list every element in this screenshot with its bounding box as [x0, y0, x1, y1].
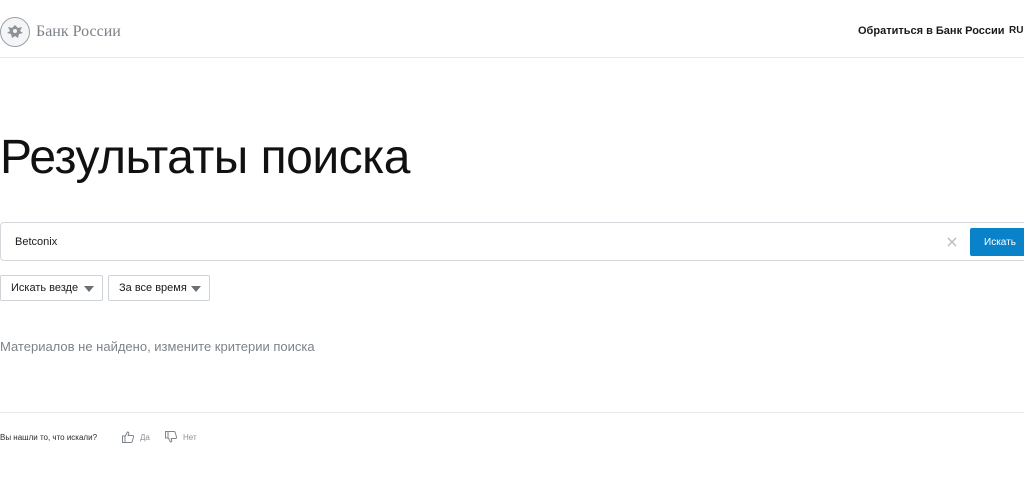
- close-icon[interactable]: [945, 235, 959, 249]
- feedback-yes-label: Да: [140, 432, 150, 442]
- search-box: [0, 222, 1024, 261]
- page-title: Результаты поиска: [0, 131, 410, 184]
- feedback-no-label: Нет: [183, 432, 197, 442]
- language-switcher[interactable]: RU: [1009, 25, 1023, 36]
- contact-bank-link[interactable]: Обратиться в Банк России: [858, 25, 1005, 37]
- filter-time-label: За все время: [119, 282, 187, 294]
- thumbs-down-icon: [165, 431, 178, 443]
- feedback-no-button[interactable]: Нет: [164, 430, 197, 444]
- filter-time-dropdown[interactable]: За все время: [108, 275, 210, 301]
- bank-eagle-emblem-icon: [0, 17, 30, 47]
- divider: [0, 412, 1024, 413]
- empty-results-message: Материалов не найдено, измените критерии…: [0, 339, 315, 354]
- feedback-yes-button[interactable]: Да: [121, 430, 150, 444]
- bank-logo[interactable]: Банк России: [0, 17, 121, 47]
- filter-where-label: Искать везде: [11, 282, 79, 294]
- search-input[interactable]: [15, 232, 915, 252]
- feedback-question: Вы нашли то, что искали?: [0, 433, 98, 442]
- logo-text: Банк России: [36, 23, 121, 40]
- thumbs-up-icon: [122, 431, 135, 443]
- search-results-page: Банк России Обратиться в Банк России RU …: [0, 0, 1024, 488]
- filter-where-dropdown[interactable]: Искать везде: [0, 275, 103, 301]
- search-button[interactable]: Искать: [970, 228, 1024, 256]
- site-header: Банк России Обратиться в Банк России RU: [0, 0, 1024, 58]
- chevron-down-icon: [191, 286, 201, 292]
- chevron-down-icon: [84, 286, 94, 292]
